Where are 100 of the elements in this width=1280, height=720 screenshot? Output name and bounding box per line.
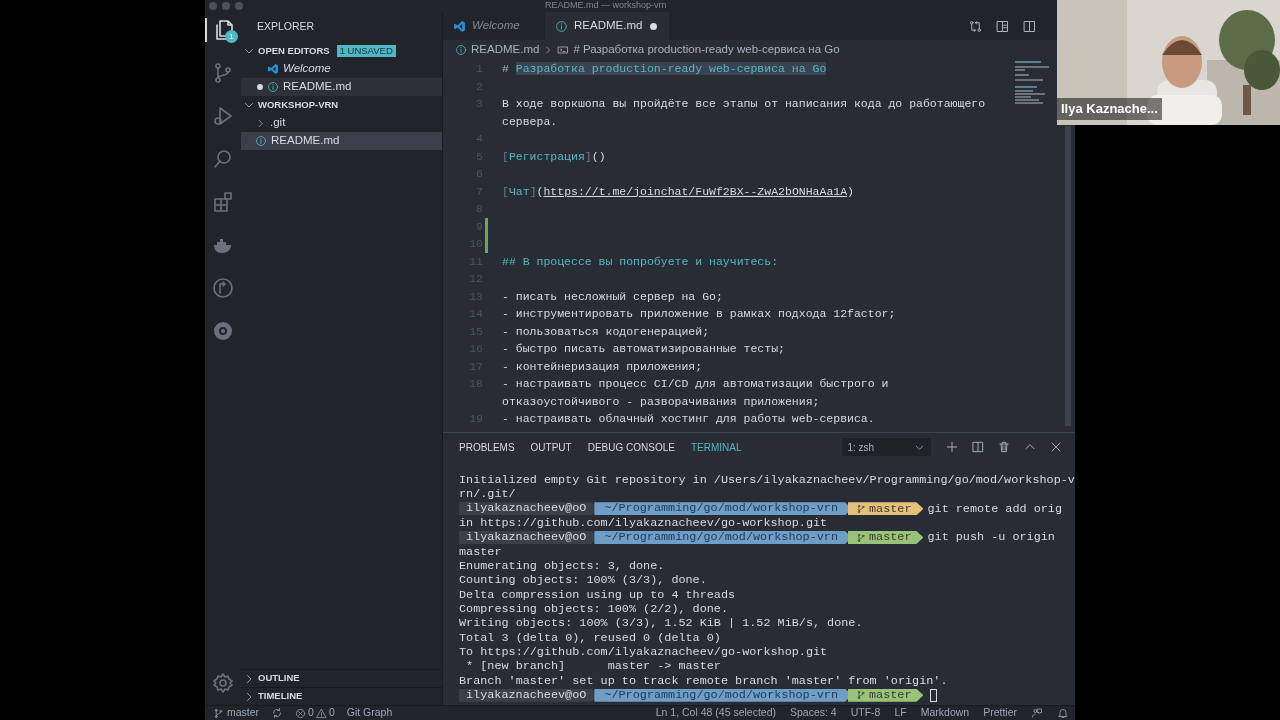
problems-status[interactable]: 0 0 <box>295 705 335 720</box>
branch-icon <box>213 707 224 719</box>
breadcrumb-item[interactable]: README.md <box>471 41 540 59</box>
status-item[interactable]: UTF-8 <box>850 705 881 720</box>
terminal-line: rn/.git/ <box>459 487 516 502</box>
section-title: OPEN EDITORS <box>258 43 330 58</box>
panel-tab[interactable]: PROBLEMS <box>459 439 515 455</box>
code-text: Чат <box>508 184 530 198</box>
participant-name: Ilya Kaznache... <box>1057 98 1162 120</box>
split-editor-icon[interactable] <box>1022 18 1037 34</box>
terminal-line: Enumerating objects: 3, done. <box>459 559 665 574</box>
code-text: В ходе воркшопа вы пройдёте все этапы от написания кода до работающего сервера. <box>502 97 986 128</box>
file-item[interactable]: Welcome <box>241 60 442 78</box>
terminal-line: Delta compression using up to 4 threads <box>459 587 736 603</box>
status-item[interactable]: Git Graph <box>346 705 393 720</box>
code-text: ## В процессе вы попробуете и научитесь: <box>502 254 779 268</box>
code-text: ) <box>847 184 854 198</box>
terminal-line: Initialized empty Git repository in /Users/ilyakaznacheev/Programming/go/mod/workshop-v <box>459 473 1075 488</box>
code-text: ( <box>536 184 544 198</box>
branch-status[interactable]: master <box>213 705 260 720</box>
code-logo-icon <box>267 63 279 75</box>
status-item[interactable]: LF <box>894 705 907 720</box>
terminal-command: git remote add orig <box>927 501 1062 517</box>
warning-icon <box>315 707 327 719</box>
code-text: - инструментировать приложение в рамках подхода 12factor; <box>502 307 896 320</box>
terminal-line: Counting objects: 100% (3/3), done. <box>459 573 707 588</box>
code-logo-icon <box>453 19 466 33</box>
status-item[interactable]: Prettier <box>983 705 1017 720</box>
branch-name: master <box>869 501 912 517</box>
section-title: WORKSHOP-VRN <box>258 97 339 112</box>
code-text: - писать несложный сервер на Go; <box>502 289 723 303</box>
code-text: [ <box>502 184 509 198</box>
info-icon <box>255 135 267 147</box>
terminal-command: git push -u origin <box>927 530 1055 545</box>
file-item[interactable]: README.md <box>241 132 442 150</box>
link[interactable]: https://t.me/joinchat/FuWf2BX--ZwA2bONHaAa1A <box>543 184 848 198</box>
branch-name: master <box>869 688 912 703</box>
compare-changes-icon[interactable] <box>968 18 983 34</box>
error-count: 0 <box>308 705 314 720</box>
panel-tab[interactable]: TERMINAL <box>690 439 742 455</box>
code-text: ] <box>529 184 537 198</box>
unsaved-badge: 1 UNSAVED <box>336 45 396 57</box>
close-icon[interactable] <box>1049 440 1063 454</box>
count-badge: 1 <box>225 30 238 43</box>
code-text: - быстро писать автоматизированные тесты; <box>502 342 785 355</box>
section-header[interactable]: WORKSHOP-VRN <box>241 96 442 114</box>
code-text: - пользоваться кодогенерацией; <box>502 324 710 338</box>
terminal-dropdown[interactable]: 1: zsh <box>841 438 931 456</box>
branch-icon <box>856 503 866 514</box>
panel-tab[interactable]: DEBUG CONSOLE <box>587 439 675 455</box>
status-item[interactable]: Markdown <box>920 705 970 720</box>
scrollbar-thumb[interactable] <box>1065 126 1071 426</box>
minimap-drawing[interactable] <box>1015 60 1051 106</box>
branch-icon <box>856 532 866 543</box>
window-title: README.md — workshop-vrn <box>545 0 667 11</box>
code-text: # <box>502 62 510 75</box>
warning-count: 0 <box>328 705 335 720</box>
feedback-icon[interactable] <box>1031 707 1043 719</box>
code-text: - настраивать процесс CI/CD для автоматизации быстрого и отказоустойчивого - разворачивания приложения; <box>502 377 889 408</box>
bell-icon[interactable] <box>1057 707 1069 719</box>
branch-name: master <box>869 530 912 545</box>
run-icon[interactable] <box>211 104 235 128</box>
error-icon <box>295 707 307 719</box>
terminal-line: in https://github.com/ilyakaznacheev/go-workshop.git <box>459 516 828 531</box>
split-editor-icon[interactable] <box>971 440 985 454</box>
code-text: - настраивать облачный хостинг для работы web-сервиса. <box>502 412 875 425</box>
info-icon <box>455 44 467 56</box>
sync-icon[interactable] <box>271 707 284 719</box>
plus-icon[interactable] <box>945 440 959 454</box>
section-header[interactable]: OPEN EDITORS 1 UNSAVED <box>241 42 442 60</box>
editor-tab[interactable]: Welcome <box>443 12 545 40</box>
terminal-line: To https://github.com/ilyakaznacheev/go-workshop.git <box>459 645 828 660</box>
section-header[interactable]: OUTLINE <box>241 669 442 687</box>
terminal-line: Writing objects: 100% (3/3), 1.52 KiB | 1.52 MiB/s, done. <box>459 616 863 631</box>
terminal-line: * [new branch] master -> master <box>465 659 721 674</box>
section-title: TIMELINE <box>258 689 303 704</box>
settings-icon[interactable] <box>211 671 235 695</box>
breadcrumb-item[interactable]: # Разработка production-ready web-сервиса на Go <box>573 41 840 59</box>
status-item[interactable]: Spaces: 4 <box>790 705 837 720</box>
open-preview-icon[interactable] <box>995 18 1010 34</box>
branch-name: master <box>227 705 260 720</box>
terminal-line: master <box>459 544 502 560</box>
wheel-icon[interactable] <box>211 319 235 343</box>
info-icon <box>555 19 568 33</box>
file-item[interactable]: .git <box>241 114 442 132</box>
symbol-icon <box>557 44 570 56</box>
info-icon <box>267 81 279 93</box>
code-text: - контейнеризация приложения; <box>502 359 703 373</box>
extensions-icon[interactable] <box>211 190 235 214</box>
file-item[interactable]: README.md <box>241 78 442 96</box>
section-title: OUTLINE <box>258 671 300 686</box>
code-text: Регистрация <box>508 149 585 163</box>
sidebar-title: EXPLORER <box>257 19 315 35</box>
status-item[interactable]: Ln 1, Col 48 (45 selected) <box>655 705 776 720</box>
trash-icon[interactable] <box>997 440 1011 454</box>
panel-tab[interactable]: OUTPUT <box>530 439 572 455</box>
code-text: ] <box>584 149 592 163</box>
code-text: [ <box>502 149 509 163</box>
editor-tab[interactable]: README.md <box>545 12 670 40</box>
code-text: Разработка production-ready web-сервиса на Go <box>515 62 827 75</box>
